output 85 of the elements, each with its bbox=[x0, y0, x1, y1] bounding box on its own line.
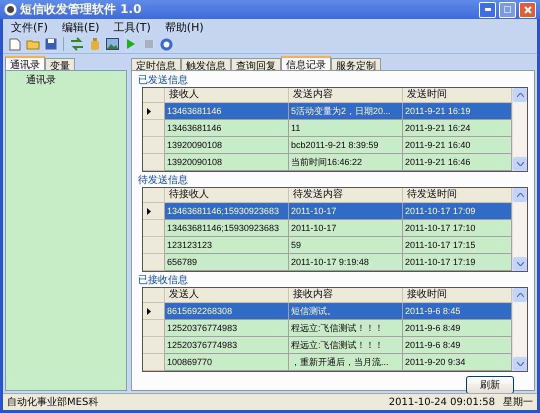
row-header-corner bbox=[143, 88, 165, 103]
table-cell[interactable]: 2011-10-17 bbox=[289, 220, 403, 237]
group-title: 待发送信息 bbox=[138, 174, 188, 187]
table-cell[interactable]: 2011-10-17 17:09 bbox=[403, 203, 512, 220]
table-cell[interactable]: 2011-9-21 16:24 bbox=[403, 120, 512, 137]
app-icon bbox=[4, 3, 17, 16]
table-cell[interactable]: 短信测试。 bbox=[289, 303, 403, 320]
minimize-button[interactable] bbox=[479, 2, 496, 18]
table-cell[interactable]: 2011-10-17 17:15 bbox=[403, 237, 512, 254]
tab[interactable]: 查询回复 bbox=[231, 58, 281, 70]
table-cell[interactable]: 2011-9-6 8:49 bbox=[403, 337, 512, 354]
refresh-button[interactable]: 刷新 bbox=[466, 376, 514, 394]
table-cell[interactable]: 11 bbox=[289, 120, 403, 137]
table-cell[interactable]: 12520376774983 bbox=[165, 337, 289, 354]
table-cell[interactable]: 13920090108 bbox=[165, 154, 289, 171]
table-cell[interactable]: 2011-10-17 17:10 bbox=[403, 220, 512, 237]
new-file-icon bbox=[8, 38, 20, 50]
table-cell[interactable]: 程远立:飞信测试！！！ bbox=[289, 320, 403, 337]
row-header-corner bbox=[143, 288, 165, 303]
bottle-icon bbox=[90, 37, 100, 51]
table-cell[interactable]: 5活动变量为2，日期20... bbox=[289, 103, 403, 120]
table-cell[interactable]: 2011-10-17 17:19 bbox=[403, 254, 512, 271]
table-cell[interactable]: 2011-9-21 16:40 bbox=[403, 137, 512, 154]
maximize-icon bbox=[504, 6, 511, 13]
table-cell[interactable]: 2011-9-6 8:49 bbox=[403, 320, 512, 337]
close-icon bbox=[524, 6, 532, 14]
table-cell[interactable]: 13463681146 bbox=[165, 103, 289, 120]
table-cell[interactable]: 2011-9-21 16:46 bbox=[403, 154, 512, 171]
table-cell[interactable]: 2011-9-6 8:45 bbox=[403, 303, 512, 320]
table-cell[interactable]: 123123123 bbox=[165, 237, 289, 254]
table-cell[interactable]: 2011-10-17 bbox=[289, 203, 403, 220]
row-header-corner bbox=[143, 188, 165, 203]
scrollbar[interactable] bbox=[512, 288, 527, 371]
table-cell[interactable]: 59 bbox=[289, 237, 403, 254]
scroll-down-icon bbox=[516, 362, 524, 366]
menu-item[interactable]: 文件(F) bbox=[11, 20, 48, 34]
scroll-up-icon bbox=[516, 193, 524, 197]
sidebar-tab[interactable]: 变量 bbox=[45, 58, 75, 70]
group-title: 已发送信息 bbox=[138, 74, 188, 87]
arrows-icon bbox=[70, 37, 84, 51]
table-cell[interactable]: 13463681146;15930923683 bbox=[165, 203, 289, 220]
tab[interactable]: 服务定制 bbox=[331, 58, 381, 70]
scrollbar[interactable] bbox=[512, 88, 527, 171]
picture-icon bbox=[106, 38, 119, 50]
table-cell[interactable]: 8615692268308 bbox=[165, 303, 289, 320]
maximize-button[interactable] bbox=[499, 2, 516, 18]
table-cell[interactable]: 13463681146 bbox=[165, 120, 289, 137]
table-cell[interactable]: 程远立:飞信测试！！！ bbox=[289, 337, 403, 354]
scroll-up-icon bbox=[516, 93, 524, 97]
table-cell[interactable]: ，重新开通后，当月流... bbox=[289, 354, 403, 371]
table-cell[interactable]: 656789 bbox=[165, 254, 289, 271]
scrollbar[interactable] bbox=[512, 188, 527, 271]
status-datetime: 2011-10-24 09:01:58 bbox=[388, 396, 496, 408]
play-icon bbox=[126, 38, 136, 50]
status-weekday: 星期一 bbox=[502, 396, 534, 409]
menu-item[interactable]: 编辑(E) bbox=[62, 20, 100, 34]
menu-item[interactable]: 帮助(H) bbox=[164, 20, 204, 34]
table-cell[interactable]: 12520376774983 bbox=[165, 320, 289, 337]
folder-icon bbox=[26, 38, 40, 50]
table-cell[interactable]: 2011-9-21 16:19 bbox=[403, 103, 512, 120]
table-cell[interactable]: 100869770 bbox=[165, 354, 289, 371]
stop-icon bbox=[144, 39, 154, 49]
close-button[interactable] bbox=[519, 2, 536, 18]
status-text: 自动化事业部MES科 bbox=[6, 396, 100, 409]
scroll-down-icon bbox=[516, 162, 524, 166]
table-cell[interactable]: 13463681146;15930923683 bbox=[165, 220, 289, 237]
tab[interactable]: 信息记录 bbox=[281, 56, 331, 70]
save-icon bbox=[44, 38, 56, 50]
sidebar-tab[interactable]: 通讯录 bbox=[5, 56, 45, 70]
table-cell[interactable]: 2011-10-17 9:19:48 bbox=[289, 254, 403, 271]
minimize-icon bbox=[484, 8, 490, 11]
window-title: 短信收发管理软件 1.0 bbox=[20, 1, 142, 18]
scroll-up-icon bbox=[516, 293, 524, 297]
table-cell[interactable]: 当前时间16:46:22 bbox=[289, 154, 403, 171]
scroll-down-icon bbox=[516, 262, 524, 266]
group-title: 已接收信息 bbox=[138, 274, 188, 287]
toolbar-button[interactable] bbox=[7, 36, 22, 52]
toolbar-button[interactable] bbox=[43, 36, 58, 52]
toolbar-button[interactable] bbox=[105, 36, 120, 52]
tree-item[interactable]: 通讯录 bbox=[26, 75, 56, 86]
toolbar-button[interactable] bbox=[69, 36, 84, 52]
menu-item[interactable]: 工具(T) bbox=[113, 20, 151, 34]
table-cell[interactable]: 2011-9-20 9:34 bbox=[403, 354, 512, 371]
table-cell[interactable]: bcb2011-9-21 8:39:59 bbox=[289, 137, 403, 154]
table-cell[interactable]: 13920090108 bbox=[165, 137, 289, 154]
